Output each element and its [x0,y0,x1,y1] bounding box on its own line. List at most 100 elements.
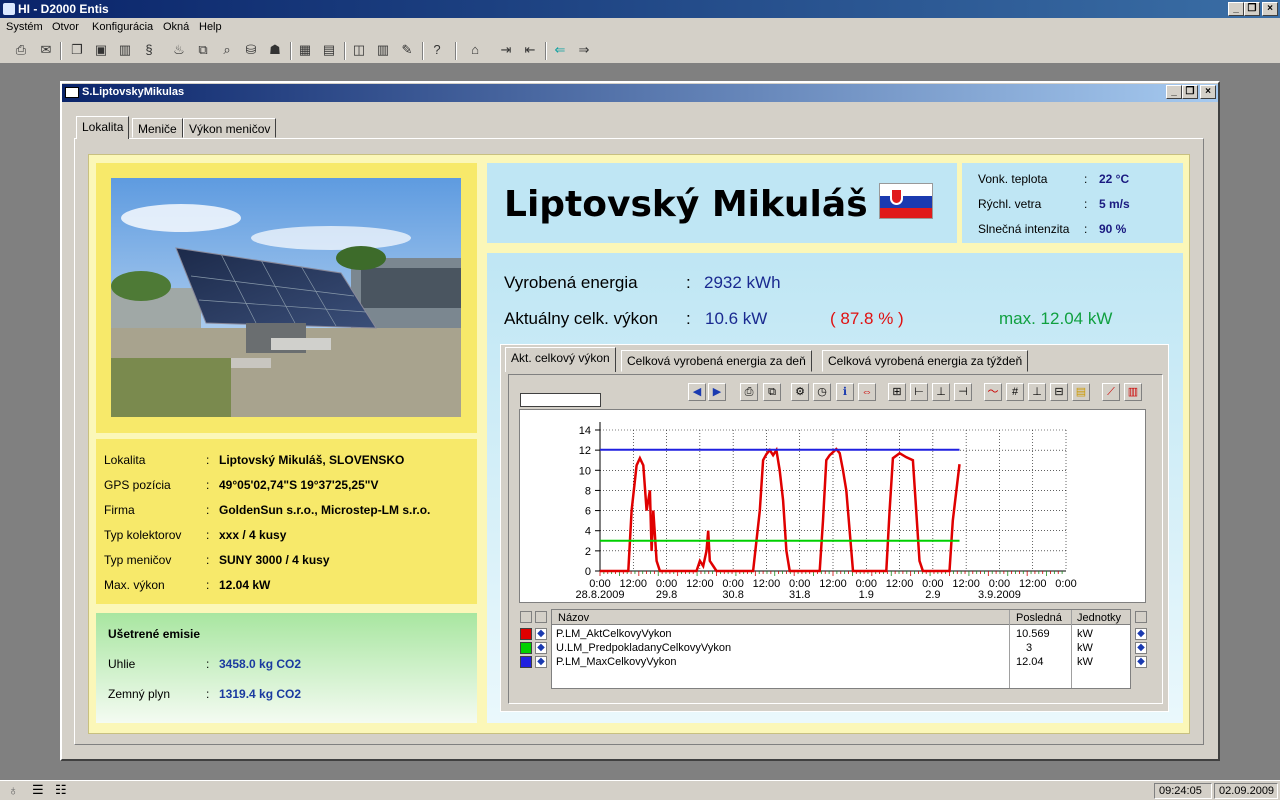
minimize-button[interactable]: _ [1228,2,1244,16]
arrow-right-icon[interactable]: ⇒ [575,41,593,59]
legend-row-name: U.LM_PredpokladanyCelkovyVykon [556,642,732,654]
bar-chart-icon[interactable]: ▥ [116,41,134,59]
x-tick-label: 0:00 [1055,578,1076,590]
legend-axis-diamond-icon[interactable]: ◆ [535,642,547,654]
y-tick-label: 14 [579,425,591,437]
legend-toggle-all-color[interactable] [520,611,532,623]
chart-zoom-icon[interactable]: ⇔ [858,383,876,401]
chart-grid-icon[interactable]: # [1006,383,1024,401]
chart-line-graph-icon[interactable]: ⟋ [1102,383,1120,401]
legend-right-axis-diamond-icon[interactable]: ◆ [1135,656,1147,668]
stats-icon[interactable]: ▥ [374,41,392,59]
chart-print-icon[interactable]: ⎙ [740,383,758,401]
status-date: 02.09.2009 [1214,783,1278,799]
chart-yaxis-mid-icon[interactable]: ⊥ [932,383,950,401]
alarm-icon[interactable]: ♨ [170,41,188,59]
close-button[interactable]: × [1262,2,1278,16]
tab-vykon-menicov[interactable]: Výkon meničov [183,118,277,138]
restore-button[interactable]: ❐ [1244,2,1260,16]
weather-label-wind: Rýchl. vetra [978,197,1042,211]
menu-system[interactable]: Systém [6,21,43,33]
form-icon[interactable]: ▤ [320,41,338,59]
legend-toggle-all-axis[interactable] [535,611,547,623]
legend-right-axis-diamond-icon[interactable]: ◆ [1135,642,1147,654]
legend-color-swatch[interactable] [520,628,532,640]
legend-toggle-right[interactable] [1135,611,1147,623]
legend-axis-diamond-icon[interactable]: ◆ [535,628,547,640]
chart-copy-icon[interactable]: ⧉ [763,383,781,401]
chart-next-icon[interactable]: ▶ [708,383,726,401]
child-restore-button[interactable]: ❐ [1182,85,1198,99]
legend-header-unit: Jednotky [1077,612,1122,624]
picture-icon[interactable]: ▣ [92,41,110,59]
help-icon[interactable]: ? [428,41,446,59]
legend-row[interactable]: P.LM_MaxCelkovyVykon 12.04 kW [552,655,1130,669]
y-tick-label: 10 [579,465,591,477]
energy-produced-label: Vyrobená energia [504,273,638,292]
forward-page-icon[interactable]: ⇥ [497,41,515,59]
info-label-typ-menicov: Typ meničov [104,553,172,567]
legend-axis-diamond-icon[interactable]: ◆ [535,656,547,668]
menu-okna[interactable]: Okná [163,21,189,33]
chart-prev-icon[interactable]: ◀ [688,383,706,401]
status-time: 09:24:05 [1154,783,1212,799]
legend-row[interactable]: U.LM_PredpokladanyCelkovyVykon 3 kW [552,641,1130,655]
arrow-left-icon[interactable]: ⇐ [551,41,569,59]
graph-icon[interactable]: ◫ [350,41,368,59]
x-tick-label: 12:00 [686,578,714,590]
chart-info-icon[interactable]: ℹ [836,383,854,401]
power-label: Aktuálny celk. výkon [504,309,659,328]
back-page-icon[interactable]: ⇤ [521,41,539,59]
chart-time-field[interactable] [520,393,601,407]
users-icon[interactable]: ☗ [266,41,284,59]
weather-value-sun: 90 % [1099,222,1127,236]
legend-row-unit: kW [1077,656,1093,668]
chart-fill-icon[interactable]: ▤ [1072,383,1090,401]
child-close-button[interactable]: × [1200,85,1216,99]
legend-row-name: P.LM_MaxCelkovyVykon [556,656,677,668]
info-label-firma: Firma [104,503,135,517]
weather-label-temp: Vonk. teplota [978,172,1048,186]
solar-panel-photo [111,178,461,417]
legend-color-swatch[interactable] [520,656,532,668]
mail-icon[interactable]: ✉ [37,41,55,59]
tab-akt-celkovy-vykon[interactable]: Akt. celkový výkon [505,347,616,372]
legend-row-last: 3 [1026,642,1033,654]
legend-color-swatch[interactable] [520,642,532,654]
report-icon[interactable]: ✎ [398,41,416,59]
legend-row-last: 12.04 [1016,656,1044,668]
tab-lokalita[interactable]: Lokalita [76,116,130,139]
chart-yaxis-left-icon[interactable]: ⊢ [910,383,928,401]
table-icon[interactable]: ▦ [296,41,314,59]
legend-row-last: 10.569 [1016,628,1050,640]
energy-produced-value: 2932 kWh [704,273,781,292]
menu-otvor[interactable]: Otvor [52,21,79,33]
chart-axis-icon[interactable]: ⊞ [888,383,906,401]
legend-row[interactable]: P.LM_AktCelkovyVykon 10.569 kW [552,627,1130,641]
print-icon[interactable]: ⎙ [12,41,30,59]
script-icon[interactable]: § [140,41,158,59]
copy-icon[interactable]: ⧉ [194,41,212,59]
chart-yaxis-right-icon[interactable]: ⊣ [954,383,972,401]
home-icon[interactable]: ⌂ [466,41,484,59]
child-minimize-button[interactable]: _ [1166,85,1182,99]
tab-energia-za-den[interactable]: Celková vyrobená energia za deň [621,350,812,372]
chart-wave-icon[interactable]: 〜 [984,383,1002,401]
database-icon[interactable]: ⛁ [242,41,260,59]
menu-konfiguracia[interactable]: Konfigurácia [92,21,153,33]
tab-energia-za-tyzden[interactable]: Celková vyrobená energia za týždeň [822,350,1029,372]
info-label-lokalita: Lokalita [104,453,146,467]
windows-icon[interactable]: ❐ [68,41,86,59]
chart-clock-icon[interactable]: ◷ [813,383,831,401]
chart-settings-icon[interactable]: ⚙ [791,383,809,401]
status-bar: ♁ ☰ ☷ 09:24:05 02.09.2009 [0,780,1280,800]
chart-scale-icon[interactable]: ⊟ [1050,383,1068,401]
tab-menice[interactable]: Meniče [132,118,183,138]
find-icon[interactable]: ⌕ [218,41,236,59]
y-tick-label: 2 [585,546,591,558]
legend-right-axis-diamond-icon[interactable]: ◆ [1135,628,1147,640]
chart-bar-graph-icon[interactable]: ▥ [1124,383,1142,401]
menu-bar: Systém Otvor Konfigurácia Okná Help [0,18,1280,38]
menu-help[interactable]: Help [199,21,222,33]
chart-baseline-icon[interactable]: ⊥ [1028,383,1046,401]
